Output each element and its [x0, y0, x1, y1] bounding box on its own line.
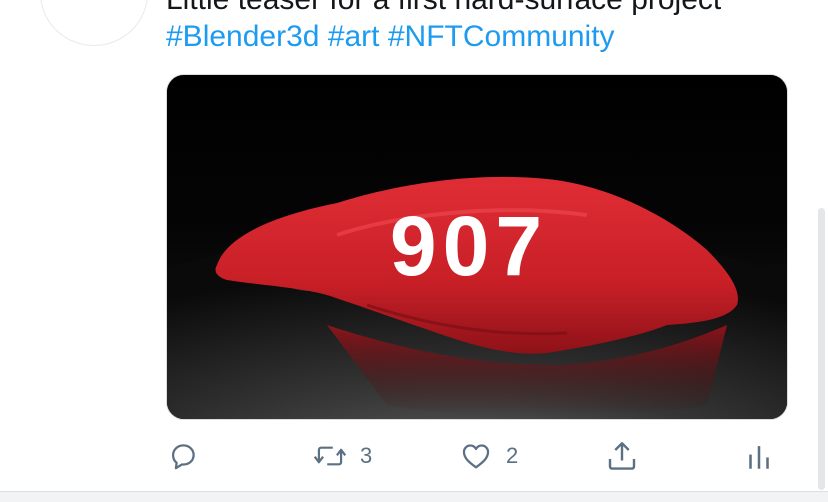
analytics-icon [749, 446, 769, 469]
tweet-text: Little teaser for a first hard-surface p… [166, 0, 806, 59]
heart-icon [462, 444, 490, 469]
reply-button[interactable] [166, 436, 200, 476]
hashtag-link[interactable]: #Blender3d [166, 20, 319, 53]
covered-car-image: 907 [167, 75, 787, 419]
hashtag-link[interactable]: #art [328, 20, 380, 53]
car-cover-logo-text: 907 [390, 199, 548, 293]
analytics-button[interactable] [744, 436, 774, 476]
scrollbar[interactable] [818, 208, 825, 490]
retweet-count: 3 [360, 443, 373, 468]
hashtag-link[interactable]: #NFTCommunity [388, 20, 615, 53]
like-count: 2 [506, 443, 519, 468]
tweet-actions: 3 2 [166, 436, 788, 476]
avatar[interactable] [40, 0, 148, 46]
tweet-media-image[interactable]: 907 [166, 74, 788, 420]
retweet-icon [313, 446, 347, 466]
reply-icon [171, 444, 195, 470]
share-icon [608, 442, 636, 470]
tweet-view: Little teaser for a first hard-surface p… [0, 0, 828, 502]
like-button[interactable]: 2 [458, 436, 518, 476]
tweet-hashtags: #Blender3d #art #NFTCommunity [166, 19, 806, 59]
share-button[interactable] [604, 436, 640, 476]
tweet-text-line: Little teaser for a first hard-surface p… [166, 0, 806, 18]
bottom-divider [0, 491, 828, 502]
retweet-button[interactable]: 3 [312, 436, 372, 476]
